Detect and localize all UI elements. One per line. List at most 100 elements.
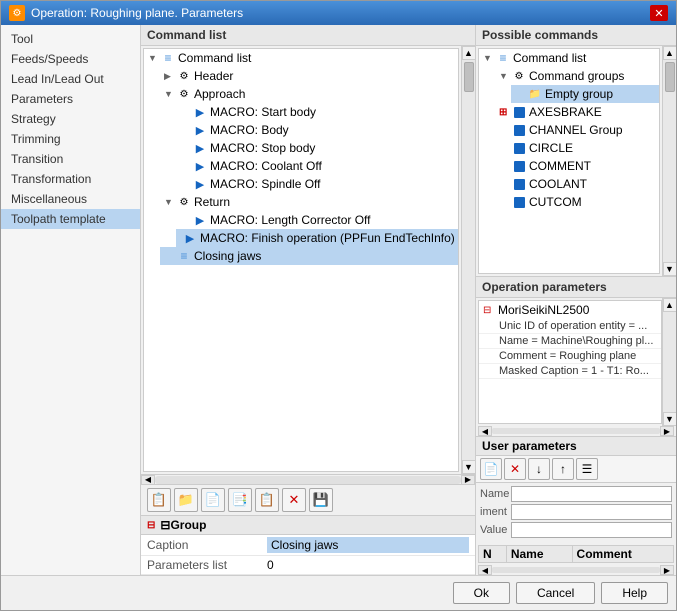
prop-value-caption[interactable]: Closing jaws [261,535,475,556]
user-hscroll-right[interactable]: ▶ [660,565,674,575]
prop-label-params: Parameters list [141,556,261,575]
center-vscrollbar[interactable]: ▲ ▼ [461,46,475,474]
scroll-track [462,60,475,460]
close-button[interactable]: ✕ [650,5,668,21]
op-params-tree: ⊟ MoriSeikiNL2500 Unic ID of operation e… [478,300,662,424]
scroll-thumb[interactable] [665,62,675,92]
user-name-label: Name [480,488,511,500]
block-icon [512,177,526,191]
user-delete-btn[interactable]: ✕ [504,458,526,480]
block-icon [512,195,526,209]
possible-item-circle[interactable]: CIRCLE [495,139,659,157]
help-button[interactable]: Help [601,582,668,604]
new-button[interactable]: 📄 [201,488,225,512]
possible-item-coolant[interactable]: COOLANT [495,175,659,193]
user-comment-input[interactable] [511,504,672,520]
sidebar-item-transformation[interactable]: Transformation [1,169,140,189]
user-new-btn[interactable]: 📄 [480,458,502,480]
cancel-button[interactable]: Cancel [516,582,595,604]
tree-item-macro-body[interactable]: ▶ MACRO: Body [176,121,458,139]
sidebar-item-toolpath[interactable]: Toolpath template [1,209,140,229]
scroll-thumb[interactable] [464,62,474,92]
center-hscroll: ◀ ▶ [141,474,475,484]
possible-item-channelgroup[interactable]: CHANNEL Group [495,121,659,139]
tree-item-approach[interactable]: ▼ ⚙ Approach [160,85,458,103]
tree-item-command-list[interactable]: ▼ ≡ Command list [144,49,458,67]
tree-item-macro-length[interactable]: ▶ MACRO: Length Corrector Off [176,211,458,229]
main-content: Tool Feeds/Speeds Lead In/Lead Out Param… [1,25,676,575]
tree-item-macro-start[interactable]: ▶ MACRO: Start body [176,103,458,121]
ok-button[interactable]: Ok [453,582,510,604]
macro-icon: ▶ [193,123,207,137]
prop-row-caption: Caption Closing jaws [141,535,475,556]
possible-item-cmdgroups[interactable]: ▼ ⚙ Command groups [495,67,659,85]
scroll-down[interactable]: ▼ [663,412,677,426]
tree-item-closing-jaws[interactable]: ≡ Closing jaws [160,247,458,265]
op-hscroll-left[interactable]: ◀ [478,426,492,436]
sidebar-item-miscellaneous[interactable]: Miscellaneous [1,189,140,209]
op-vscrollbar[interactable]: ▲ ▼ [662,298,676,426]
scroll-down[interactable]: ▼ [462,460,476,474]
scroll-up[interactable]: ▲ [663,298,677,312]
sidebar-item-tool[interactable]: Tool [1,29,140,49]
sidebar-item-leadin[interactable]: Lead In/Lead Out [1,69,140,89]
prop-value-params[interactable]: 0 [261,556,475,575]
tree-item-macro-stop[interactable]: ▶ MACRO: Stop body [176,139,458,157]
user-down-btn[interactable]: ↓ [528,458,550,480]
hscroll-right[interactable]: ▶ [461,475,475,485]
possible-item-comment[interactable]: COMMENT [495,157,659,175]
user-hscroll: ◀ ▶ [476,565,676,575]
scroll-up[interactable]: ▲ [462,46,476,60]
user-hscroll-track[interactable] [492,567,660,573]
op-hscroll-right[interactable]: ▶ [660,426,674,436]
possible-item-cmdlist[interactable]: ▼ ≡ Command list [479,49,659,67]
macro-icon: ▶ [193,213,207,227]
sidebar-item-transition[interactable]: Transition [1,149,140,169]
delete-button[interactable]: ✕ [282,488,306,512]
sidebar-item-parameters[interactable]: Parameters [1,89,140,109]
expand-icon: ▼ [148,53,158,63]
sidebar-item-feeds[interactable]: Feeds/Speeds [1,49,140,69]
user-up-btn[interactable]: ↑ [552,458,574,480]
hscroll-track[interactable] [155,476,461,484]
possible-item-emptygroup[interactable]: 📁 Empty group [511,85,659,103]
window-title: Operation: Roughing plane. Parameters [31,6,243,20]
block-icon [512,159,526,173]
bottom-bar: Ok Cancel Help [1,575,676,610]
user-hscroll-left[interactable]: ◀ [478,565,492,575]
block-icon [512,105,526,119]
possible-vscrollbar[interactable]: ▲ ▼ [662,46,676,276]
tree-item-header[interactable]: ▶ ⚙ Header [160,67,458,85]
user-value-input[interactable] [511,522,672,538]
tree-item-macro-finish[interactable]: ▶ MACRO: Finish operation (PPFun EndTech… [176,229,458,247]
user-name-input[interactable] [511,486,672,502]
op-params-section: Operation parameters ⊟ MoriSeikiNL2500 U… [476,276,676,436]
tree-item-macro-spindle[interactable]: ▶ MACRO: Spindle Off [176,175,458,193]
command-tree: ▼ ≡ Command list ▶ ⚙ Header ▼ [143,48,459,472]
gear-icon: ⚙ [177,69,191,83]
sidebar-item-trimming[interactable]: Trimming [1,129,140,149]
possible-tree: ▼ ≡ Command list ▼ ⚙ Command groups 📁 [478,48,660,274]
possible-item-axesbrake[interactable]: ⊞ AXESBRAKE [495,103,659,121]
collapse-icon: ⊟ [147,520,155,531]
hscroll-left[interactable]: ◀ [141,475,155,485]
scroll-down[interactable]: ▼ [663,262,677,276]
copy-button[interactable]: 📋 [147,488,171,512]
duplicate-button[interactable]: 📑 [228,488,252,512]
possible-item-cutcom[interactable]: CUTCOM [495,193,659,211]
list-icon: ≡ [177,249,191,263]
macro-icon: ▶ [183,231,197,245]
sidebar-item-strategy[interactable]: Strategy [1,109,140,129]
save-button[interactable]: 💾 [309,488,333,512]
tree-item-macro-coolant[interactable]: ▶ MACRO: Coolant Off [176,157,458,175]
tree-item-return[interactable]: ▼ ⚙ Return [160,193,458,211]
op-hscroll-track[interactable] [492,428,660,434]
folder-button[interactable]: 📁 [174,488,198,512]
block-icon [512,141,526,155]
op-tree-moriseki[interactable]: ⊟ MoriSeikiNL2500 [479,301,661,319]
scroll-up[interactable]: ▲ [663,46,677,60]
title-bar-left: ⚙ Operation: Roughing plane. Parameters [9,5,243,21]
paste-button[interactable]: 📋 [255,488,279,512]
user-value-label: Value [480,524,511,536]
user-list-btn[interactable]: ☰ [576,458,598,480]
